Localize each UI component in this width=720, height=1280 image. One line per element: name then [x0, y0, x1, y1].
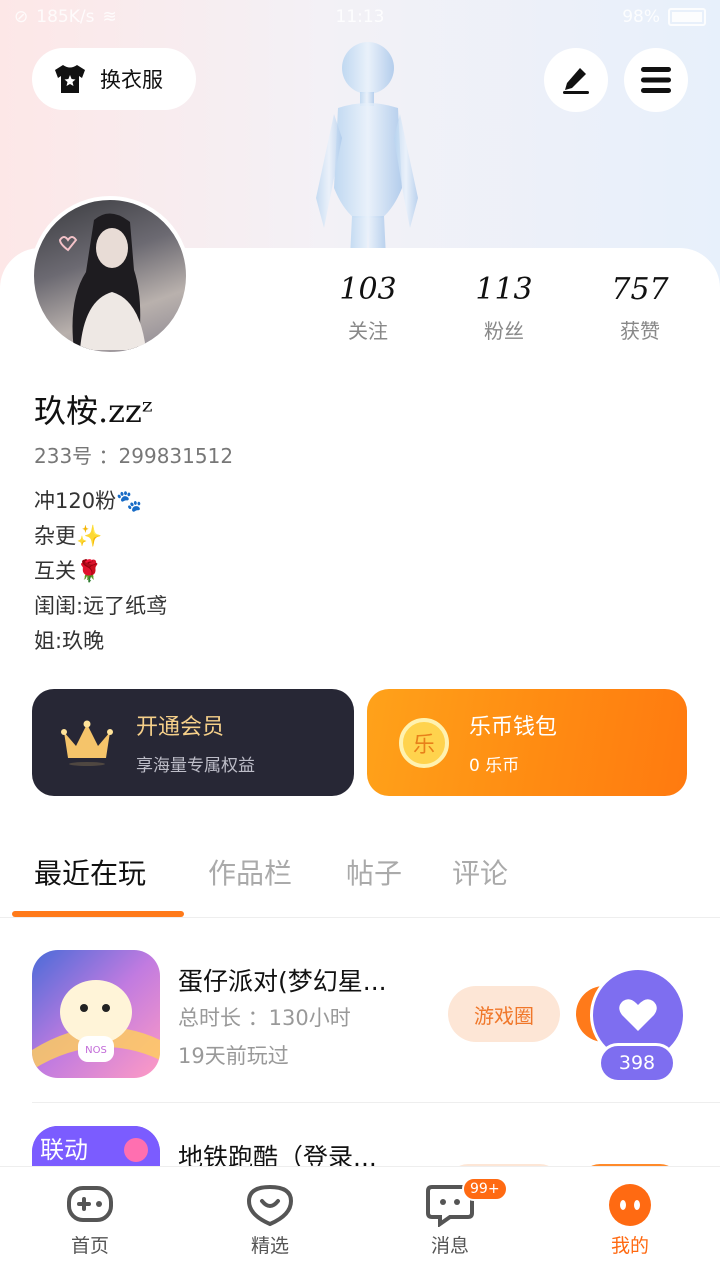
user-id: 233号 ：299831512 — [34, 444, 234, 468]
status-bar: ⊘ 185K/s ≋ 11:13 98% — [0, 0, 720, 34]
stat-likes[interactable]: 757 获赞 — [572, 272, 708, 344]
bio: 冲120粉🐾 杂更✨ 互关🌹 闺闺:远了纸鸢 姐:玖晚 — [34, 484, 167, 659]
avatar-photo — [58, 213, 146, 350]
stat-following[interactable]: 103 关注 — [300, 272, 436, 344]
menu-icon — [641, 67, 671, 93]
game-circle-button[interactable]: 游戏圈 — [448, 986, 560, 1042]
vip-membership-card[interactable]: 开通会员 享海量专属权益 — [32, 689, 354, 796]
nav-featured[interactable]: 精选 — [180, 1167, 360, 1280]
game-title: 地铁跑酷（登录... — [178, 1143, 377, 1166]
like-count: 398 — [598, 1043, 676, 1083]
change-outfit-label: 换衣服 — [100, 68, 163, 92]
nav-label: 精选 — [250, 1235, 289, 1257]
nav-messages[interactable]: 99+ 消息 — [360, 1167, 540, 1280]
bio-line: 闺闺:远了纸鸢 — [34, 594, 168, 618]
crown-icon — [61, 720, 113, 766]
me-face-icon — [609, 1184, 651, 1226]
wallet-card[interactable]: 乐 乐币钱包 0 乐币 — [367, 689, 687, 796]
profile-stats: 103 关注 113 粉丝 757 获赞 — [300, 272, 720, 344]
nav-home[interactable]: 首页 — [0, 1167, 180, 1280]
heart-chat-icon — [246, 1184, 294, 1227]
svg-text:NOS: NOS — [85, 1045, 107, 1056]
profile-tabs: 最近在玩 作品栏 帖子 评论 — [0, 840, 720, 918]
svg-text:联动: 联动 — [40, 1136, 88, 1164]
gamepad-icon — [67, 1186, 113, 1222]
nav-label: 首页 — [70, 1235, 109, 1257]
tab-comments[interactable]: 评论 — [452, 852, 508, 892]
nav-me[interactable]: 我的 — [540, 1167, 720, 1280]
tab-works[interactable]: 作品栏 — [208, 852, 292, 892]
vip-subtitle: 享海量专属权益 — [136, 756, 255, 776]
pen-icon — [563, 68, 589, 94]
change-outfit-button[interactable]: 换衣服 — [32, 48, 196, 110]
menu-button[interactable] — [624, 48, 688, 112]
active-tab-indicator — [12, 911, 184, 917]
vip-title: 开通会员 — [136, 715, 225, 740]
bio-line: 杂更✨ — [34, 524, 103, 548]
edit-profile-button[interactable] — [544, 48, 608, 112]
divider — [32, 1102, 720, 1103]
battery-icon — [668, 8, 706, 26]
stat-label: 粉丝 — [484, 319, 524, 343]
battery-percent: 98% — [622, 7, 660, 27]
heart-icon — [619, 999, 657, 1031]
stat-number: 757 — [611, 272, 669, 307]
stat-followers[interactable]: 113 粉丝 — [436, 272, 572, 344]
stat-label: 关注 — [348, 319, 388, 343]
nav-label: 我的 — [610, 1235, 649, 1257]
nav-label: 消息 — [430, 1235, 469, 1257]
unread-badge: 99+ — [462, 1177, 508, 1201]
game-playtime: 总时长 ：130小时 — [178, 1006, 351, 1030]
bio-line: 互关🌹 — [34, 559, 103, 583]
profile-avatar[interactable] — [30, 196, 190, 356]
username: 玖桉.zzᶻ — [34, 392, 153, 430]
bottom-navigation: 首页 精选 99+ 消息 我的 — [0, 1166, 720, 1280]
tshirt-icon — [55, 65, 85, 93]
tab-recently-played[interactable]: 最近在玩 — [34, 852, 146, 892]
game-icon[interactable]: NOS — [32, 950, 160, 1078]
game-icon[interactable]: 联动 — [32, 1126, 160, 1166]
wallet-title: 乐币钱包 — [469, 715, 558, 740]
stat-number: 113 — [475, 272, 533, 307]
coin-icon: 乐 — [399, 717, 449, 768]
game-last-played: 19天前玩过 — [178, 1044, 289, 1068]
wallet-balance: 0 乐币 — [469, 756, 520, 776]
bio-line: 姐:玖晚 — [34, 629, 105, 653]
stat-label: 获赞 — [620, 319, 660, 343]
game-title: 蛋仔派对(梦幻星... — [178, 967, 387, 996]
clock: 11:13 — [335, 7, 385, 27]
stat-number: 103 — [339, 272, 397, 307]
bio-line: 冲120粉🐾 — [34, 489, 143, 513]
game-list-item[interactable]: 联动 地铁跑酷（登录... — [0, 1126, 720, 1166]
tab-posts[interactable]: 帖子 — [346, 852, 402, 892]
